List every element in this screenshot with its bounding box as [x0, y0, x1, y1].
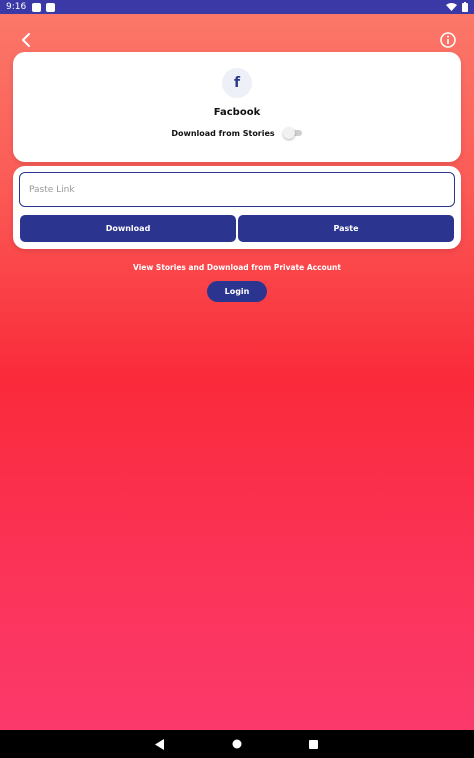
info-circle-icon [440, 32, 456, 48]
stories-toggle-switch[interactable] [282, 127, 303, 139]
navigation-bar [0, 730, 474, 758]
sim-card-icon [46, 2, 56, 12]
paste-button[interactable]: Paste [238, 215, 454, 242]
nav-home-button[interactable] [231, 738, 243, 750]
status-bar: 9:16 [0, 0, 474, 14]
login-button[interactable]: Login [207, 281, 267, 302]
square-recents-icon [308, 739, 318, 749]
paste-link-input[interactable]: Paste Link [19, 172, 455, 207]
top-bar [0, 28, 474, 52]
facebook-logo-icon: f [222, 68, 252, 98]
private-account-text: View Stories and Download from Private A… [133, 263, 341, 272]
chevron-left-icon [22, 33, 30, 47]
status-time: 9:16 [6, 2, 27, 12]
wifi-icon [446, 3, 457, 11]
download-button[interactable]: Download [20, 215, 236, 242]
stories-toggle-label: Download from Stories [171, 128, 275, 138]
back-button[interactable] [16, 30, 36, 50]
circle-home-icon [232, 739, 242, 749]
stories-toggle-row: Download from Stories [13, 127, 461, 139]
facebook-logo-letter: f [233, 75, 241, 91]
link-card: Paste Link Download Paste [13, 166, 461, 249]
triangle-back-icon [155, 738, 164, 750]
app-notification-icon [32, 2, 42, 12]
nav-recents-button[interactable] [307, 738, 319, 750]
nav-back-button[interactable] [154, 738, 166, 750]
info-button[interactable] [438, 30, 458, 50]
platform-title: Facbook [213, 107, 261, 118]
toggle-knob [282, 127, 295, 139]
battery-icon [462, 2, 468, 12]
platform-card: f Facbook Download from Stories [13, 52, 461, 162]
